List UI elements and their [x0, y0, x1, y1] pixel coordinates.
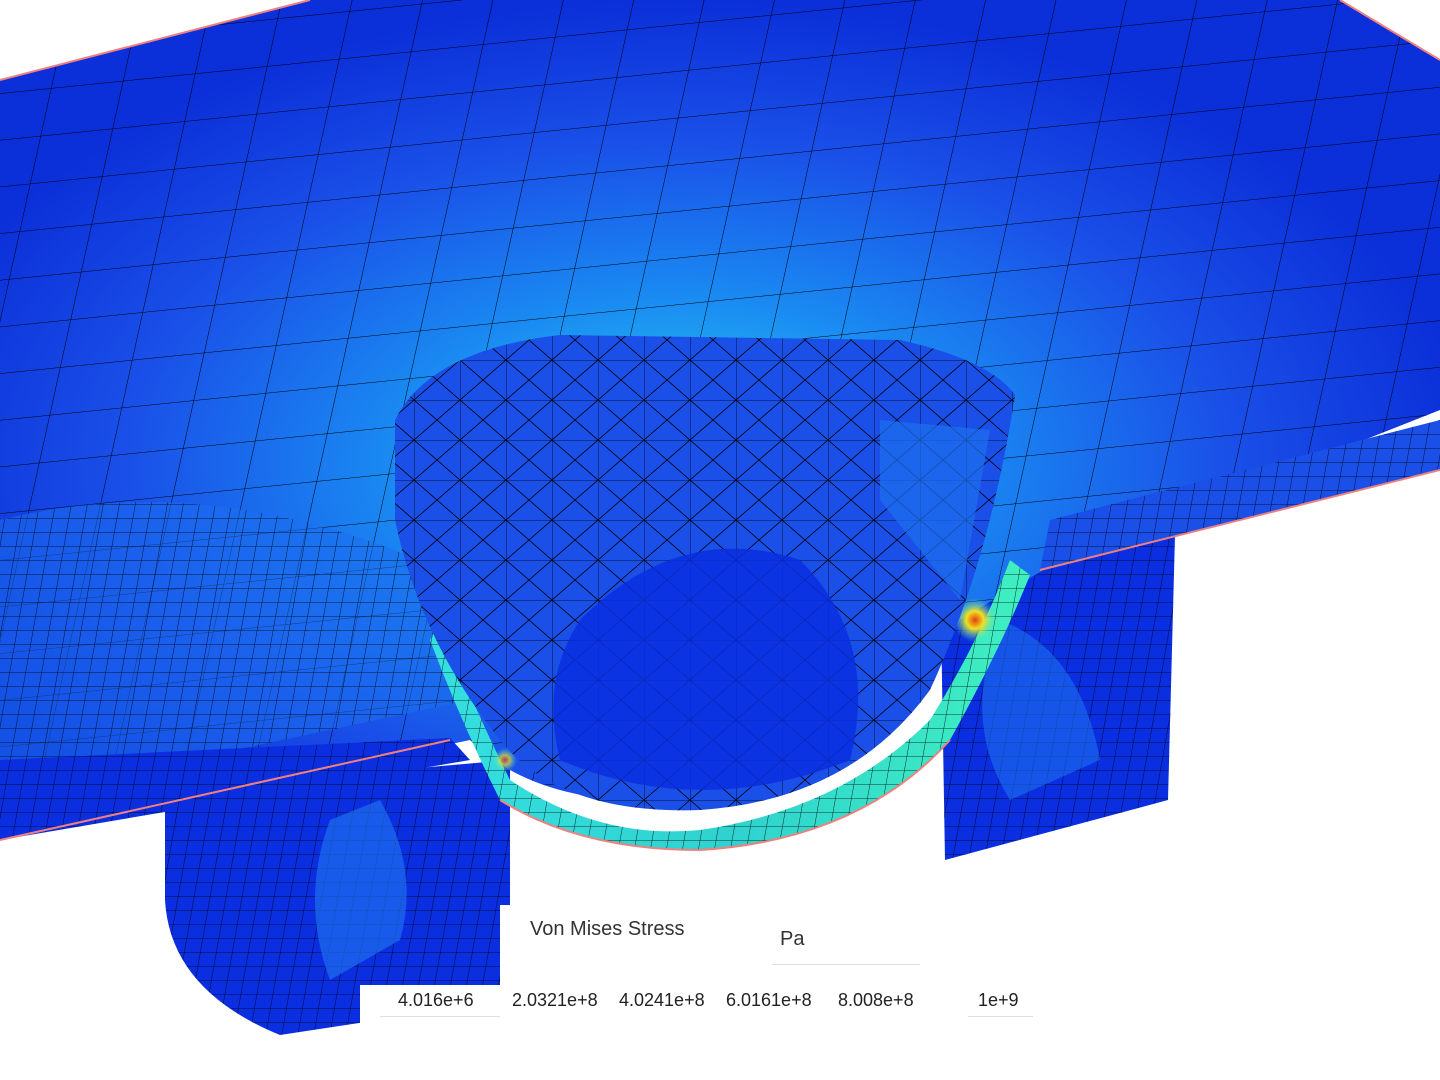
- legend-tick-2: 4.0241e+8: [619, 990, 705, 1010]
- legend-tick-0: 4.016e+6: [398, 990, 474, 1010]
- legend-tick-1: 2.0321e+8: [512, 990, 598, 1010]
- fea-viewport[interactable]: Von Mises Stress Pa 4.016e+6 2.0321e+8 4…: [0, 0, 1440, 1080]
- legend-unit: Pa: [780, 928, 805, 950]
- legend-unit-underline: [772, 964, 920, 965]
- legend-ticks: 4.016e+6 2.0321e+8 4.0241e+8 6.0161e+8 8…: [380, 990, 1040, 1016]
- legend-tick-5: 1e+9: [978, 990, 1019, 1010]
- legend-tick-4: 8.008e+8: [838, 990, 914, 1010]
- legend-tick-underline-right: [968, 1016, 1033, 1017]
- legend-tick-3: 6.0161e+8: [726, 990, 812, 1010]
- legend-title: Von Mises Stress: [530, 918, 685, 940]
- legend-tick-underline-left: [380, 1016, 500, 1017]
